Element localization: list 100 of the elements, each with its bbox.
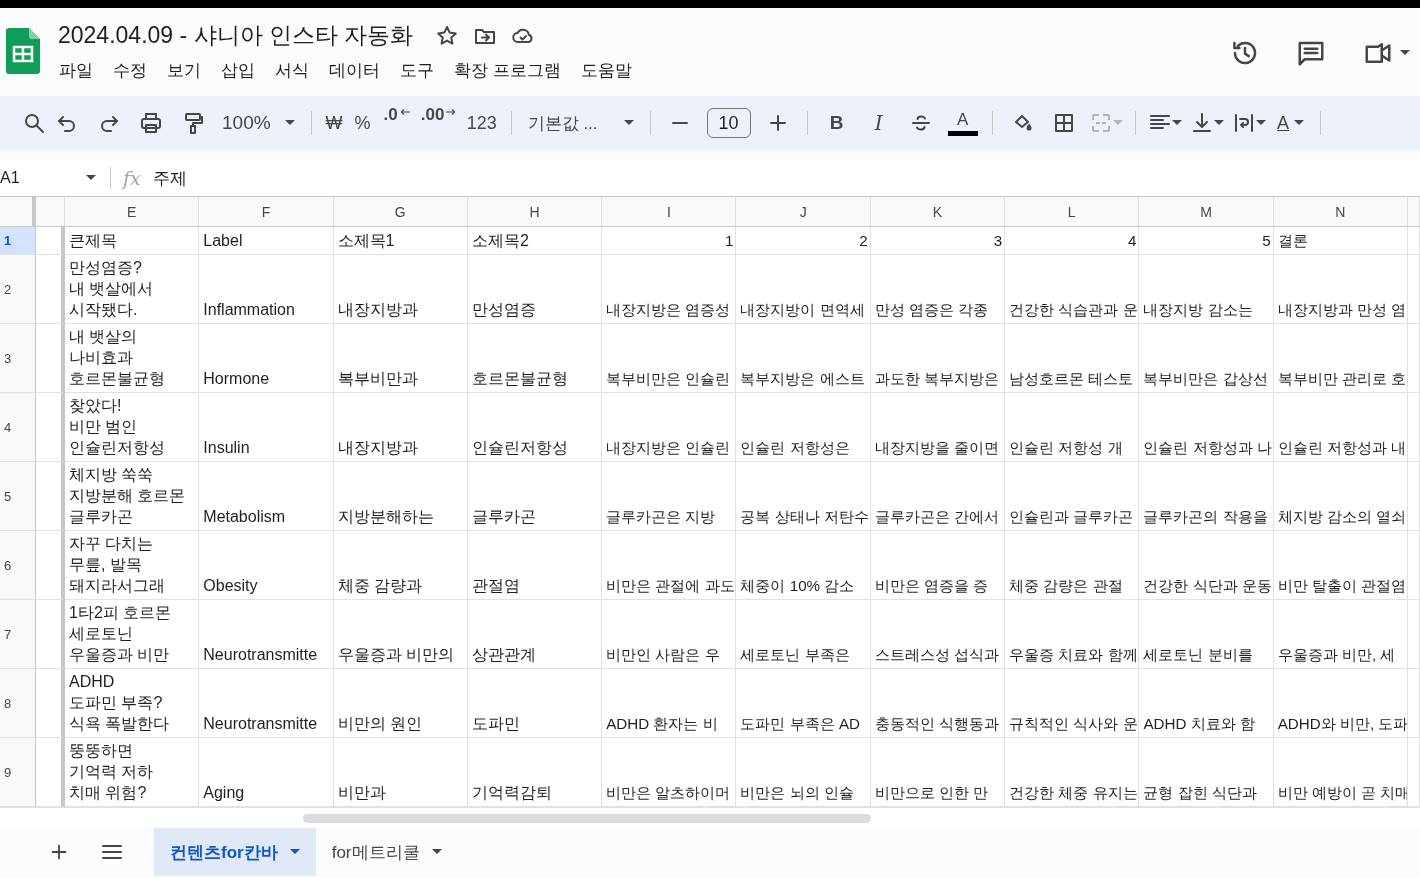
table-cell-text: 글루카곤의 작용을 (1143, 507, 1268, 527)
column-header[interactable]: N (1273, 197, 1408, 227)
table-cell-text: Neurotransmitte (203, 645, 318, 665)
bold-button[interactable]: B (815, 105, 858, 141)
caret-icon[interactable] (284, 120, 295, 126)
menu-item[interactable]: 확장 프로그램 (445, 57, 570, 84)
column-header[interactable]: H (467, 197, 603, 227)
column-header[interactable]: G (333, 197, 468, 227)
table-cell-text: 4 (1127, 231, 1137, 251)
caret-icon[interactable] (289, 849, 300, 855)
table-cell-text: 소제목1 (337, 231, 395, 251)
table-cell-text: 복부비만 관리로 호 (1277, 369, 1407, 389)
table-cell-text: 3 (993, 231, 1003, 251)
table-cell-text: 세로토닌 분비를 (1143, 645, 1253, 665)
row-header[interactable]: 7 (0, 600, 36, 669)
menu-item[interactable]: 삽입 (212, 57, 264, 84)
row-header[interactable]: 5 (0, 462, 36, 531)
table-cell-text: 비만은 알츠하이머 (606, 783, 731, 803)
column-header[interactable]: L (1005, 197, 1140, 227)
table-cell-text: 과도한 복부지방은 (874, 369, 999, 389)
table-cell-text: 찾았다! 비만 범인 인슐린저항성 (69, 396, 165, 458)
table-cell-text: 체중이 10% 감소 (740, 576, 855, 596)
caret-icon[interactable] (623, 120, 634, 126)
row-header[interactable]: 2 (0, 255, 36, 324)
menu-item[interactable]: 도구 (391, 57, 443, 84)
empty-cell (36, 393, 65, 462)
table-cell-text: 만성염증 (471, 300, 536, 320)
table-cell-text: 1 (725, 231, 734, 251)
table-cell-text: 내 뱃살의 나비효과 호르몬불균형 (69, 327, 165, 389)
increase-decimal-button[interactable]: .00 (420, 105, 445, 125)
menu-item[interactable]: 도움말 (571, 57, 641, 84)
menu-item[interactable]: 수정 (104, 57, 156, 84)
row-header[interactable]: 6 (0, 531, 36, 600)
decrease-decimal-button[interactable]: .0 (383, 105, 398, 125)
column-header[interactable]: I (602, 197, 737, 227)
caret-icon[interactable] (1294, 120, 1305, 126)
text-rotation-button[interactable]: A (1277, 112, 1290, 134)
sheet-tab[interactable]: for메트리쿨 (315, 828, 458, 876)
table-cell-text: 2 (859, 231, 868, 251)
table-cell-text: 복부비만은 갑상선 (1143, 369, 1268, 389)
column-header[interactable]: K (870, 197, 1006, 227)
menu-item[interactable]: 파일 (50, 57, 102, 84)
table-cell-text: Obesity (203, 576, 258, 596)
table-cell-text: Aging (203, 783, 245, 803)
formula-field[interactable]: 주제 (152, 166, 187, 190)
name-box[interactable]: A1 (0, 169, 110, 187)
table-cell-text: ADHD 환자는 비 (606, 714, 718, 734)
row-header[interactable]: 9 (0, 738, 36, 807)
font-size-field[interactable]: 10 (706, 108, 751, 138)
table-cell-text: 소제목2 (471, 231, 529, 251)
table-cell-text: ADHD 치료와 함 (1143, 714, 1255, 734)
column-header[interactable]: M (1139, 197, 1274, 227)
menu-item[interactable]: 보기 (158, 57, 210, 84)
table-cell-text: 도파민 부족은 AD (740, 714, 861, 734)
search-icon[interactable] (22, 111, 46, 135)
text-color-button[interactable]: A (941, 105, 984, 141)
row-header[interactable]: 4 (0, 393, 36, 462)
table-cell-text: Metabolism (203, 507, 286, 527)
table-cell-text: 자꾸 다치는 무릎, 발목 돼지라서그래 (69, 534, 165, 596)
caret-icon[interactable] (1400, 50, 1410, 56)
table-cell-text: 5 (1262, 231, 1271, 251)
menu-item[interactable]: 데이터 (320, 57, 389, 84)
table-cell-text: 복부비만과 (337, 369, 418, 389)
column-header[interactable]: J (736, 197, 871, 227)
horizontal-scrollbar[interactable] (303, 813, 871, 823)
sheets-logo[interactable] (6, 28, 40, 74)
table-cell-text: 비만 탈출이 관절염 (1277, 576, 1407, 596)
star-icon[interactable] (435, 23, 460, 48)
column-header[interactable]: F (199, 197, 334, 227)
caret-icon[interactable] (431, 849, 442, 855)
table-cell-text: 인슐린 저항성은 (740, 438, 850, 458)
document-title[interactable]: 2024.04.09 - 샤니아 인스타 자동화 (58, 20, 414, 51)
table-cell-text: 세로토닌 부족은 (740, 645, 850, 665)
table-cell-text: 글루카곤은 간에서 (874, 507, 999, 527)
row-header[interactable]: 8 (0, 669, 36, 738)
caret-icon[interactable] (1255, 120, 1266, 126)
font-select[interactable]: 기본값 ... (519, 111, 642, 135)
number-format-button[interactable]: 123 (460, 112, 503, 134)
print-icon[interactable] (139, 111, 163, 135)
table-cell-text: 남성호르몬 테스토 (1009, 369, 1134, 389)
table-cell-text: 내장지방은 인슐린 (606, 438, 731, 458)
currency-button[interactable]: ₩ (319, 112, 349, 134)
row-header[interactable]: 3 (0, 324, 36, 393)
row-header[interactable]: 1 (0, 227, 36, 255)
zoom-select[interactable]: 100% (214, 112, 303, 134)
caret-icon[interactable] (1213, 120, 1224, 126)
italic-button[interactable]: I (857, 105, 900, 141)
table-cell-text: 우울증 치료와 함께 (1009, 645, 1138, 665)
caret-icon[interactable] (86, 175, 96, 181)
menu-item[interactable]: 서식 (266, 57, 318, 84)
table-cell-text: 상관관계 (471, 645, 536, 665)
sheet-tab[interactable]: 컨텐츠for칸바 (154, 828, 316, 876)
table-cell-text: 결론 (1277, 231, 1308, 251)
caret-icon[interactable] (1171, 120, 1182, 126)
table-cell-text: 균형 잡힌 식단과 (1143, 783, 1257, 803)
column-header[interactable]: E (65, 197, 200, 227)
table-cell-text: 만성 염증은 각종 (874, 300, 989, 320)
table-cell-text: Inflammation (203, 300, 295, 320)
percent-button[interactable]: % (348, 112, 377, 134)
table-cell-text: 체중 감량과 (337, 576, 423, 596)
